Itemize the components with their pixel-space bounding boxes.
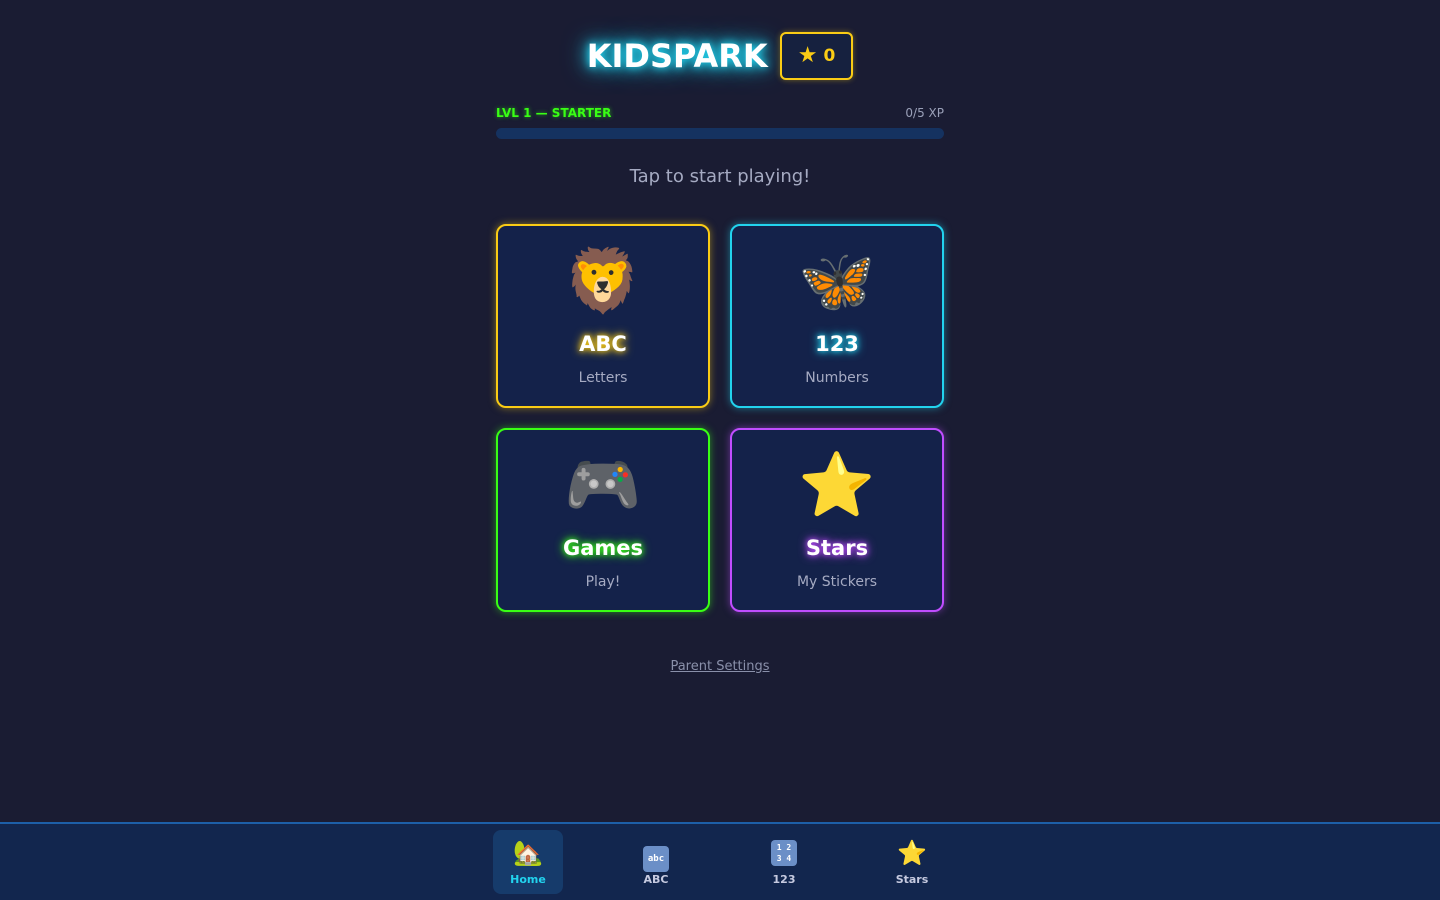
- level-label: LVL 1 — STARTER: [496, 106, 612, 120]
- nav-abc[interactable]: abc ABC: [621, 830, 691, 894]
- tagline: Tap to start playing!: [629, 166, 811, 187]
- nav-stars[interactable]: ⭐ Stars: [877, 830, 947, 894]
- parent-settings-container: Parent Settings: [0, 655, 1440, 674]
- card-letters[interactable]: 🦁 ABC Letters: [496, 224, 710, 408]
- card-subtitle: Numbers: [805, 370, 869, 386]
- header: KIDSPARK ★ 0: [0, 32, 1440, 80]
- nav-label: 123: [772, 872, 796, 886]
- activity-grid: 🦁 ABC Letters 🦋 123 Numbers 🎮 Games Play…: [496, 224, 944, 612]
- nav-label: ABC: [643, 872, 669, 886]
- parent-settings-link[interactable]: Parent Settings: [670, 659, 769, 674]
- card-title: 123: [815, 332, 859, 356]
- star-icon: ⭐: [798, 448, 876, 521]
- nav-label: Home: [510, 872, 546, 886]
- abc-icon: abc: [643, 839, 669, 872]
- numbers-icon: 1 23 4: [771, 839, 797, 867]
- xp-text: 0/5 XP: [905, 106, 944, 120]
- card-subtitle: Play!: [585, 574, 621, 590]
- card-title: Stars: [805, 536, 869, 560]
- bottom-nav: 🏡 Home abc ABC 1 23 4 123 ⭐ Stars: [0, 822, 1440, 900]
- star-counter[interactable]: ★ 0: [779, 32, 854, 80]
- card-title: ABC: [579, 332, 627, 356]
- app-root: KIDSPARK ★ 0 LVL 1 — STARTER 0/5 XP Tap …: [0, 0, 1440, 900]
- card-games[interactable]: 🎮 Games Play!: [496, 428, 710, 612]
- star-icon: ⭐: [897, 838, 927, 867]
- card-title: Games: [562, 536, 644, 560]
- star-icon: ★: [797, 43, 818, 68]
- card-numbers[interactable]: 🦋 123 Numbers: [730, 224, 944, 408]
- app-logo: KIDSPARK: [586, 37, 768, 75]
- star-count: 0: [823, 46, 836, 66]
- xp-progress-bar: [496, 128, 944, 139]
- butterfly-icon: 🦋: [798, 244, 876, 317]
- nav-home[interactable]: 🏡 Home: [493, 830, 563, 894]
- lion-icon: 🦁: [564, 244, 642, 317]
- card-stars[interactable]: ⭐ Stars My Stickers: [730, 428, 944, 612]
- level-section: LVL 1 — STARTER 0/5 XP: [496, 106, 944, 139]
- card-subtitle: Letters: [578, 370, 628, 386]
- card-subtitle: My Stickers: [796, 574, 878, 590]
- nav-label: Stars: [895, 872, 929, 886]
- nav-123[interactable]: 1 23 4 123: [749, 830, 819, 894]
- gamepad-icon: 🎮: [564, 448, 642, 521]
- home-icon: 🏡: [513, 838, 543, 867]
